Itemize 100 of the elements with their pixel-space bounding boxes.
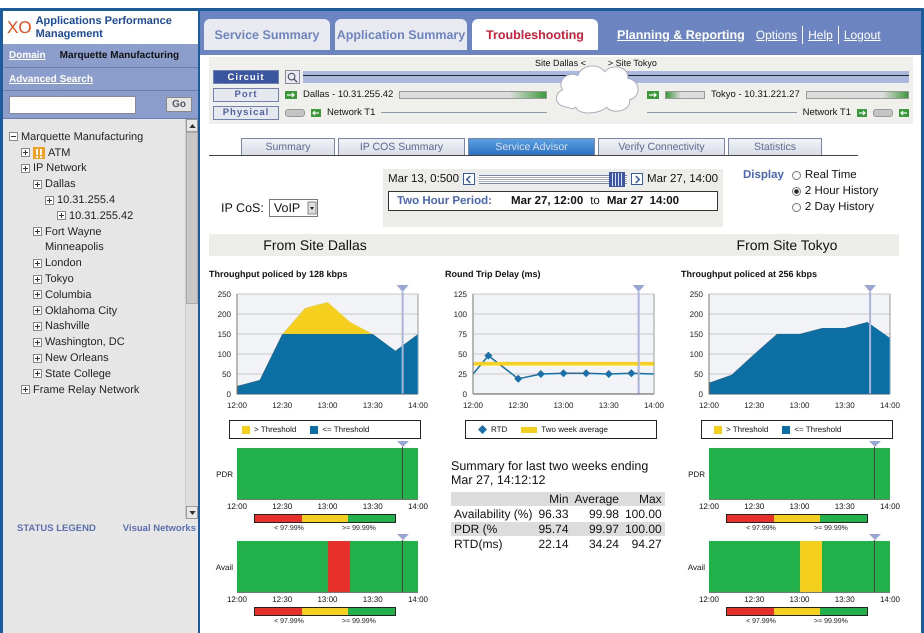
row-label: PDR	[687, 470, 705, 478]
step-forward-button[interactable]	[631, 173, 644, 185]
tree-item[interactable]: New Orleans	[45, 352, 109, 364]
tree-item[interactable]: Dallas	[45, 178, 76, 190]
nav-tab[interactable]: Troubleshooting	[472, 19, 598, 50]
tick-label: 12:00	[226, 595, 248, 604]
table-cell-text: 99.98	[588, 507, 620, 521]
time-cursor[interactable]	[632, 285, 645, 394]
time-cursor[interactable]	[864, 285, 876, 394]
expand-icon[interactable]	[33, 227, 42, 236]
tick-label: 12:00	[226, 401, 248, 410]
view-tab[interactable]: Summary	[241, 138, 335, 155]
tick-label: 13:00	[789, 502, 810, 511]
table-cell: 100.00	[622, 522, 665, 536]
step-back-button[interactable]	[462, 173, 475, 185]
tree-item[interactable]: 10.31.255.4	[57, 194, 116, 206]
domain-name: Marquette Manufacturing	[60, 50, 180, 61]
view-tab[interactable]: IP COS Summary	[338, 138, 465, 155]
table-cell: 95.74	[535, 522, 572, 536]
tree-item[interactable]: London	[45, 257, 82, 270]
tick-label: 100	[218, 350, 231, 359]
slider-thumb[interactable]	[608, 172, 625, 186]
nav-link[interactable]: Planning & Reporting	[617, 28, 745, 42]
cursor-line	[874, 447, 876, 499]
nav-link[interactable]: Options	[756, 28, 798, 42]
search-field[interactable]	[9, 96, 136, 114]
scrollbar[interactable]	[185, 119, 198, 519]
tick-label: 13:00	[317, 502, 338, 511]
data-point	[560, 369, 568, 378]
tree-item[interactable]: Washington, DC	[45, 336, 125, 348]
tree-item[interactable]: IP Network	[33, 162, 87, 174]
tree-item[interactable]: Minneapolis	[45, 241, 104, 254]
radio-button[interactable]	[792, 186, 801, 196]
column-header: Max	[622, 492, 665, 506]
expand-icon[interactable]	[45, 196, 54, 205]
tick-label: 13:30	[362, 595, 383, 604]
expand-icon[interactable]	[33, 180, 42, 189]
expand-icon[interactable]	[33, 290, 42, 300]
expand-icon[interactable]	[57, 211, 66, 220]
view-button[interactable]: Port	[213, 88, 279, 102]
tick-label: 12:00	[698, 595, 720, 604]
tree-item[interactable]: Columbia	[45, 288, 92, 301]
expand-icon[interactable]	[33, 369, 42, 378]
row-label: PDR	[215, 470, 233, 478]
range-end: Mar 27, 14:00	[647, 173, 718, 185]
tick-label: 13:00	[317, 401, 338, 410]
arrow-icon	[899, 108, 909, 116]
row-header: RTD(ms)	[453, 537, 504, 551]
radio-button[interactable]	[792, 170, 801, 180]
go-button[interactable]: Go	[166, 97, 192, 112]
radio-button[interactable]	[792, 202, 801, 212]
tick-label: 12:00	[462, 401, 484, 410]
tree-item[interactable]: Oklahoma City	[45, 304, 118, 317]
tree-item[interactable]: 10.31.255.42	[69, 210, 134, 222]
cos-label: IP CoS:	[221, 201, 264, 215]
expand-icon[interactable]	[21, 385, 30, 394]
nav-link[interactable]: Logout	[844, 28, 881, 42]
search-button[interactable]	[285, 70, 300, 84]
tree-item[interactable]: Fort Wayne	[45, 226, 102, 238]
expand-icon[interactable]	[33, 354, 42, 363]
legend-label: > Threshold	[254, 425, 296, 434]
tick-label: 100	[690, 350, 703, 359]
expand-icon[interactable]	[33, 338, 42, 347]
expand-icon[interactable]	[21, 148, 30, 158]
view-button[interactable]: Circuit	[213, 70, 279, 84]
cursor-line	[402, 447, 404, 499]
expand-icon[interactable]	[33, 274, 42, 284]
tick-label: 13:30	[834, 502, 855, 511]
expand-icon[interactable]	[33, 322, 42, 331]
tree-item[interactable]: Tokyo	[45, 273, 74, 286]
view-tab[interactable]: Statistics	[728, 138, 822, 155]
nav-link[interactable]: Help	[808, 28, 833, 42]
tree-item[interactable]: ATM	[48, 146, 70, 159]
scroll-down-icon[interactable]	[188, 510, 196, 514]
tick-label: 14:00	[408, 502, 428, 511]
site-label: > Site Tokyo	[608, 58, 657, 69]
status-legend-link[interactable]: STATUS LEGEND	[17, 523, 96, 534]
tree-item[interactable]: Frame Relay Network	[33, 384, 140, 396]
expand-icon[interactable]	[21, 164, 30, 173]
expand-icon[interactable]	[33, 258, 42, 268]
column-header: Min	[535, 492, 572, 506]
scroll-up-icon[interactable]	[188, 124, 196, 128]
time-cursor[interactable]	[396, 285, 409, 394]
tick-label: 13:00	[553, 401, 574, 410]
port-label: Dallas - 10.31.255.42	[303, 89, 394, 100]
tree-item[interactable]: Marquette Manufacturing	[21, 130, 144, 143]
legend-swatch	[310, 426, 318, 434]
row-label: Avail	[686, 562, 705, 572]
device-icon	[285, 108, 305, 116]
site-heading: From Site Tokyo	[736, 237, 838, 253]
tree-item[interactable]: Nashville	[45, 320, 90, 332]
collapse-icon[interactable]	[9, 132, 18, 142]
chart-title: Throughput policed by 128 kbps	[209, 269, 349, 281]
cos-dropdown[interactable]: VoIP	[268, 199, 318, 217]
view-button[interactable]: Physical	[213, 106, 279, 120]
view-tab[interactable]: Verify Connectivity	[598, 138, 725, 155]
visual-networks-link[interactable]: Visual Networks	[122, 523, 196, 534]
app-title: Applications Performance Management	[36, 14, 173, 40]
expand-icon[interactable]	[33, 306, 42, 316]
tree-item[interactable]: State College	[45, 368, 112, 380]
